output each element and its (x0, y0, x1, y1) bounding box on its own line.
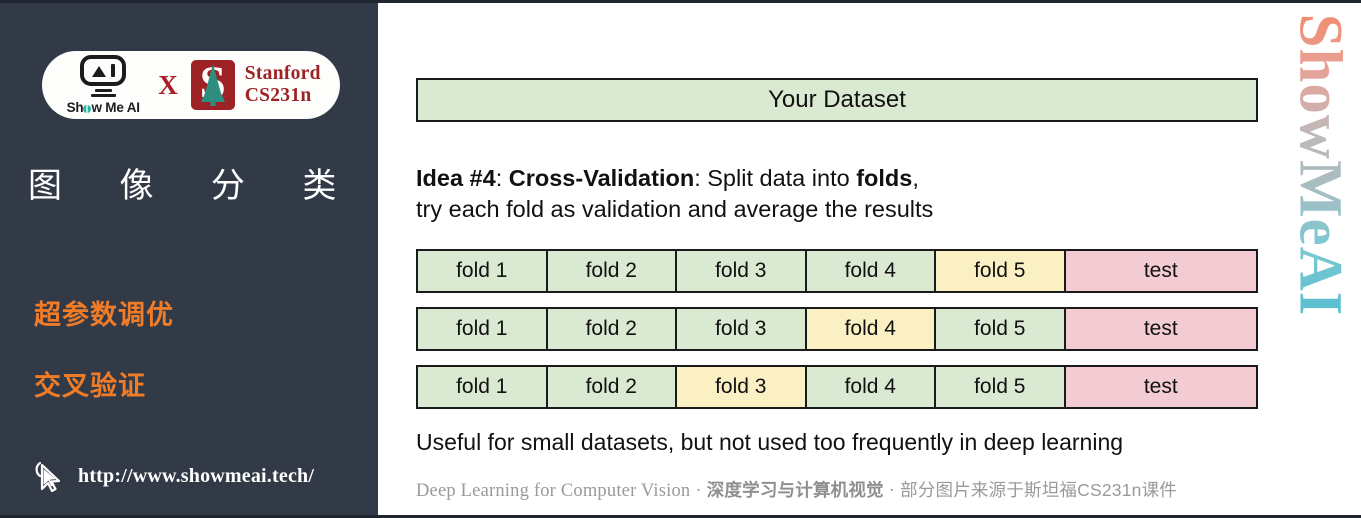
table-cell-fold: fold 2 (547, 251, 677, 291)
idea-mid-text: : Split data into (694, 165, 857, 191)
sidebar-topic-hyperparameter-tuning: 超参数调优 (34, 300, 174, 330)
your-dataset-bar: Your Dataset (416, 78, 1258, 122)
slide-root: Sh w Me AI X S Stanford CS231n 图 像 分 类 超参… (0, 0, 1361, 518)
table-cell-fold: fold 3 (677, 251, 807, 291)
brand-badge: Sh w Me AI X S Stanford CS231n (42, 51, 340, 119)
table-cell-fold: fold 1 (418, 367, 548, 407)
stanford-course-code: CS231n (244, 85, 312, 106)
table-cell-validation-fold: fold 4 (806, 309, 936, 349)
i-bar-icon (110, 64, 115, 77)
table-cell-fold: fold 5 (936, 367, 1066, 407)
table-cell-validation-fold: fold 3 (677, 367, 807, 407)
table-cell-test: test (1065, 367, 1256, 407)
footer-cn-title: 深度学习与计算机视觉 (706, 480, 884, 500)
stanford-seal-icon: S (190, 60, 235, 110)
site-link[interactable]: http://www.showmeai.tech/ (34, 459, 314, 493)
table-cell-fold: fold 1 (418, 251, 548, 291)
table-cell-fold: fold 3 (677, 309, 807, 349)
table-cell-fold: fold 1 (418, 309, 548, 349)
robot-face-icon (80, 55, 127, 86)
footer-separator-2: · (888, 481, 896, 501)
usage-note: Useful for small datasets, but not used … (416, 429, 1124, 455)
table-cell-fold: fold 4 (806, 367, 936, 407)
main-content: Your Dataset Idea #4: Cross-Validation: … (378, 0, 1361, 518)
brand-cross-label: X (158, 69, 178, 100)
table-cell-test: test (1065, 309, 1256, 349)
globe-icon (83, 104, 92, 113)
table-cell-test: test (1065, 251, 1256, 291)
caret-up-icon (91, 65, 106, 77)
idea-line-2: try each fold as validation and average … (416, 196, 934, 223)
stanford-tree-trunk-icon (210, 96, 216, 106)
footer-credit: Deep Learning for Computer Vision · 深度学习与计… (416, 477, 1177, 502)
showmeai-watermark-text: ShowMeAI (1286, 13, 1353, 317)
footer-en-title: Deep Learning for Computer Vision (416, 481, 691, 501)
showmeai-wordmark-post: w Me AI (91, 100, 140, 115)
idea-line-1: Idea #4: Cross-Validation: Split data in… (416, 163, 1276, 194)
footer-source-note: 部分图片来源于斯坦福CS231n课件 (900, 480, 1177, 500)
table-cell-fold: fold 5 (936, 309, 1066, 349)
stanford-course-label: Stanford CS231n (245, 63, 321, 107)
idea-folds-label: folds (856, 165, 913, 191)
cursor-pointer-icon (35, 461, 61, 493)
table-cell-fold: fold 2 (547, 367, 677, 407)
table-cell-fold: fold 2 (547, 309, 677, 349)
table-cell-validation-fold: fold 5 (936, 251, 1066, 291)
table-row: fold 1 fold 2 fold 3 fold 4 fold 5 test (416, 365, 1258, 409)
idea-number-label: Idea #4 (416, 165, 496, 191)
idea-method-label: Cross-Validation (508, 165, 695, 191)
sidebar-topic-cross-validation: 交叉验证 (34, 371, 146, 401)
table-row: fold 1 fold 2 fold 3 fold 4 fold 5 test (416, 307, 1258, 351)
sidebar: Sh w Me AI X S Stanford CS231n 图 像 分 类 超参… (0, 0, 378, 518)
showmeai-logo: Sh w Me AI (61, 55, 145, 115)
robot-base-icon (90, 93, 116, 97)
site-url-text: http://www.showmeai.tech/ (78, 464, 315, 487)
idea-sep-1: : (495, 165, 509, 191)
showmeai-watermark: ShowMeAI (1283, 14, 1355, 317)
showmeai-wordmark: Sh w Me AI (67, 100, 140, 115)
stanford-name: Stanford (244, 62, 321, 84)
course-title: 图 像 分 类 (28, 167, 361, 205)
idea-tail-text: , (912, 165, 919, 191)
table-cell-fold: fold 4 (806, 251, 936, 291)
footer-separator-1: · (695, 481, 702, 501)
table-row: fold 1 fold 2 fold 3 fold 4 fold 5 test (416, 249, 1258, 293)
robot-stand-icon (94, 88, 112, 92)
your-dataset-label: Your Dataset (768, 86, 906, 113)
showmeai-wordmark-pre: Sh (66, 100, 84, 115)
idea-description: Idea #4: Cross-Validation: Split data in… (416, 163, 1276, 226)
